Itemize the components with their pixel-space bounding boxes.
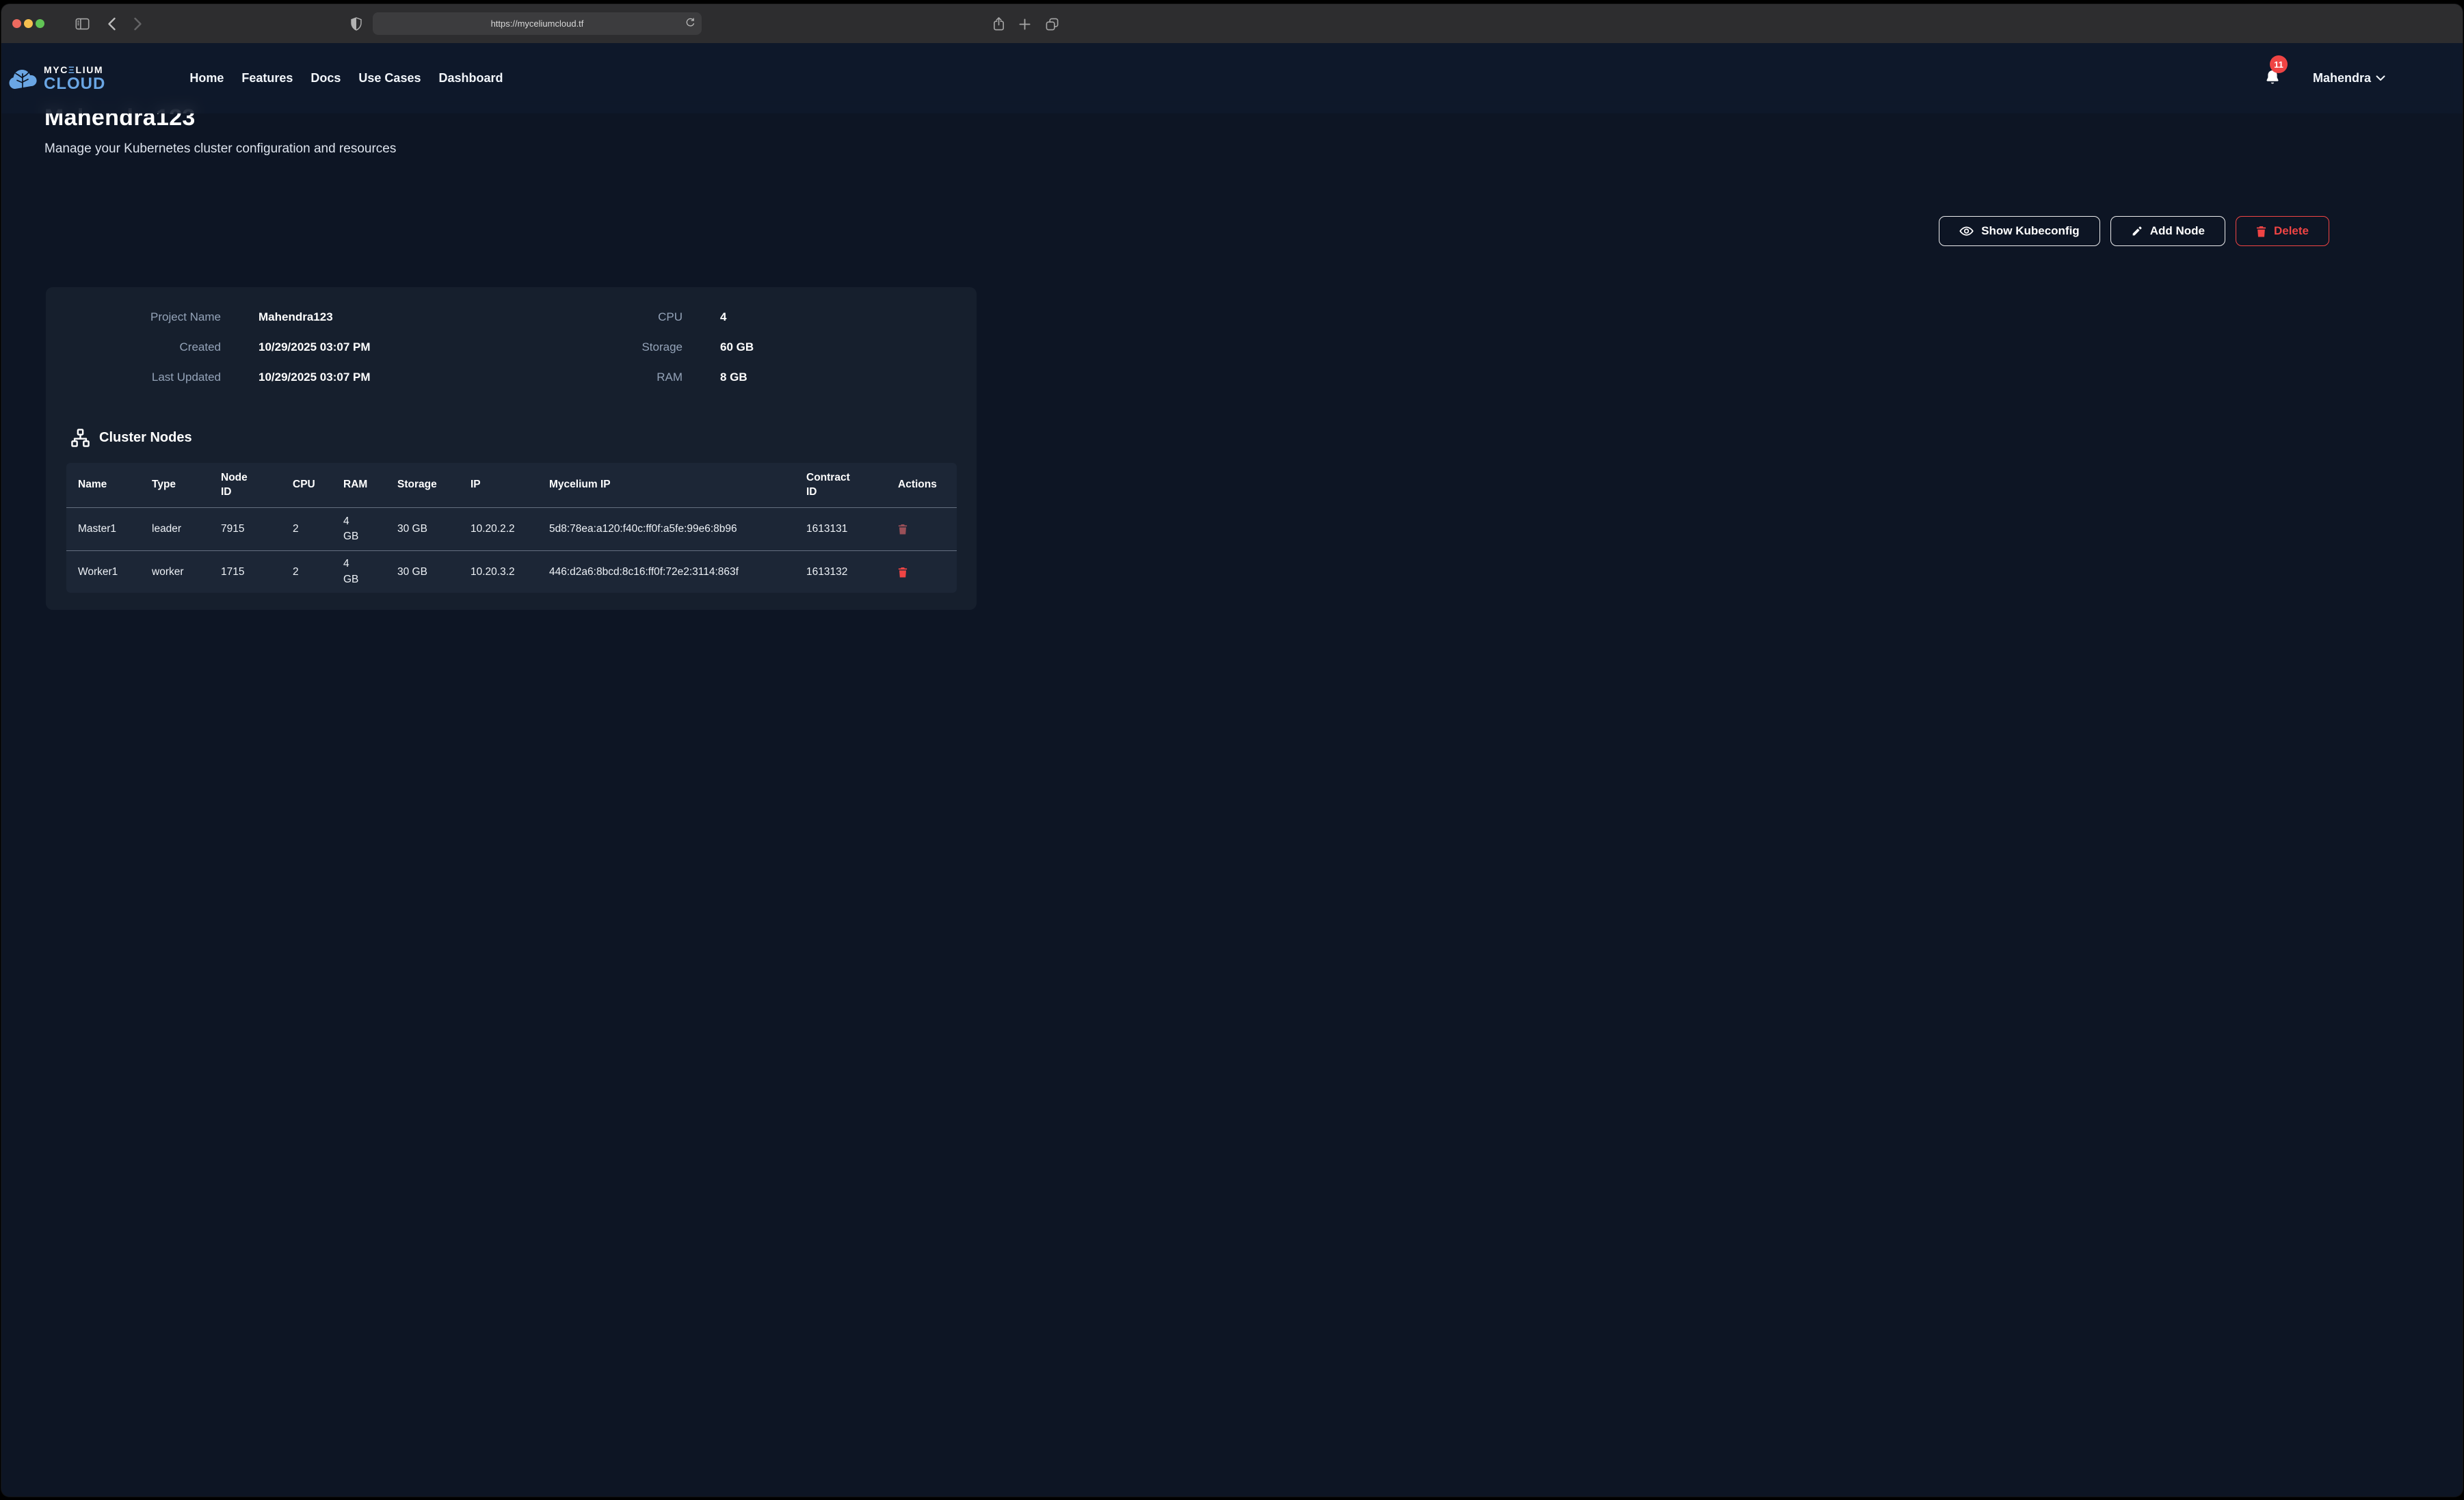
cell-ip: 10.20.3.2: [471, 551, 549, 593]
table-header-row: Name Type Node ID CPU RAM Storage IP Myc…: [66, 463, 957, 508]
delete-node-button[interactable]: [898, 567, 908, 578]
col-header-name: Name: [78, 463, 152, 507]
cell-node-id: 7915: [221, 508, 293, 550]
cell-storage: 30 GB: [397, 508, 471, 550]
info-label-created: Created: [46, 340, 221, 354]
browser-window: https://myceliumcloud.tf: [1, 4, 2463, 1497]
cluster-actions: Show Kubeconfig Add Node Delete: [1939, 216, 2329, 246]
trash-icon: [898, 524, 908, 535]
network-icon: [70, 428, 90, 448]
col-header-node-id: Node ID: [221, 463, 293, 507]
brand-text: MYCΞLIUM CLOUD: [44, 65, 105, 92]
cell-ip: 10.20.2.2: [471, 508, 549, 550]
info-value-last-updated: 10/29/2025 03:07 PM: [259, 371, 471, 384]
cloud-logo-icon: [8, 65, 40, 92]
minimize-window-button[interactable]: [24, 19, 33, 28]
brand-logo[interactable]: MYCΞLIUM CLOUD: [8, 65, 105, 92]
page-content: Mahendra123 Manage your Kubernetes clust…: [1, 43, 2463, 1497]
info-value-storage: 60 GB: [720, 340, 977, 354]
forward-icon[interactable]: [129, 16, 146, 32]
col-header-type: Type: [152, 463, 221, 507]
info-value-ram: 8 GB: [720, 371, 977, 384]
show-kubeconfig-button[interactable]: Show Kubeconfig: [1939, 216, 2100, 246]
url-text: https://myceliumcloud.tf: [491, 18, 584, 29]
header-right: 11 Mahendra: [2264, 43, 2463, 113]
tab-overview-icon[interactable]: [1044, 16, 1060, 32]
cell-contract-id: 1613131: [806, 508, 898, 550]
cell-node-id: 1715: [221, 551, 293, 593]
table-row: Worker1 worker 1715 2 4 GB 30 GB 10.20.3…: [66, 550, 957, 593]
user-menu[interactable]: Mahendra: [2313, 71, 2385, 85]
nav-item-home[interactable]: Home: [189, 71, 224, 85]
col-header-mycelium-ip: Mycelium IP: [549, 463, 806, 507]
zoom-window-button[interactable]: [36, 19, 44, 28]
cell-actions: [898, 551, 957, 593]
cell-mycelium-ip: 446:d2a6:8bcd:8c16:ff0f:72e2:3114:863f: [549, 551, 806, 593]
cluster-info-card: Project Name Mahendra123 CPU 4 Created 1…: [46, 287, 977, 610]
nav-item-dashboard[interactable]: Dashboard: [438, 71, 503, 85]
close-window-button[interactable]: [12, 19, 21, 28]
add-node-button[interactable]: Add Node: [2110, 216, 2225, 246]
cell-type: worker: [152, 551, 221, 593]
back-icon[interactable]: [103, 16, 120, 32]
reload-icon[interactable]: [685, 17, 696, 29]
cell-name: Master1: [78, 508, 152, 550]
col-header-contract-id: Contract ID: [806, 463, 898, 507]
nav-item-docs[interactable]: Docs: [310, 71, 341, 85]
delete-node-button[interactable]: [898, 524, 908, 535]
cell-cpu: 2: [293, 551, 343, 593]
col-header-storage: Storage: [397, 463, 471, 507]
notification-count-badge: 11: [2270, 55, 2288, 73]
cell-ram: 4 GB: [343, 508, 397, 550]
user-name: Mahendra: [2313, 71, 2371, 85]
info-label-project-name: Project Name: [46, 310, 221, 324]
cluster-info-grid: Project Name Mahendra123 CPU 4 Created 1…: [46, 287, 977, 384]
cell-actions: [898, 508, 957, 550]
delete-cluster-button[interactable]: Delete: [2236, 216, 2329, 246]
browser-toolbar: https://myceliumcloud.tf: [1, 4, 2463, 43]
info-label-last-updated: Last Updated: [46, 371, 221, 384]
share-icon[interactable]: [990, 16, 1007, 32]
nav-item-features[interactable]: Features: [241, 71, 293, 85]
cell-contract-id: 1613132: [806, 551, 898, 593]
cluster-nodes-heading: Cluster Nodes: [70, 428, 192, 448]
info-value-cpu: 4: [720, 310, 977, 324]
col-header-cpu: CPU: [293, 463, 343, 507]
info-value-project-name: Mahendra123: [259, 310, 471, 324]
address-bar[interactable]: https://myceliumcloud.tf: [373, 12, 702, 35]
col-header-actions: Actions: [898, 463, 957, 507]
cluster-nodes-title: Cluster Nodes: [99, 430, 192, 446]
trash-icon: [2256, 226, 2266, 237]
main-nav: Home Features Docs Use Cases Dashboard: [189, 71, 503, 85]
new-tab-icon[interactable]: [1016, 16, 1033, 32]
info-label-ram: RAM: [508, 371, 683, 384]
cell-ram: 4 GB: [343, 551, 397, 593]
trash-icon: [898, 567, 908, 578]
notifications-bell-icon[interactable]: 11: [2264, 69, 2281, 88]
info-label-storage: Storage: [508, 340, 683, 354]
site-header: MYCΞLIUM CLOUD Home Features Docs Use Ca…: [1, 43, 2463, 113]
pencil-icon: [2131, 226, 2143, 237]
chevron-down-icon: [2376, 75, 2385, 81]
col-header-ram: RAM: [343, 463, 397, 507]
cluster-nodes-table: Name Type Node ID CPU RAM Storage IP Myc…: [66, 463, 957, 593]
cell-mycelium-ip: 5d8:78ea:a120:f40c:ff0f:a5fe:99e6:8b96: [549, 508, 806, 550]
cell-type: leader: [152, 508, 221, 550]
cell-storage: 30 GB: [397, 551, 471, 593]
info-label-cpu: CPU: [508, 310, 683, 324]
nav-item-use-cases[interactable]: Use Cases: [358, 71, 421, 85]
cell-name: Worker1: [78, 551, 152, 593]
sidebar-toggle-icon[interactable]: [74, 16, 90, 32]
eye-icon: [1959, 226, 1974, 237]
table-row: Master1 leader 7915 2 4 GB 30 GB 10.20.2…: [66, 508, 957, 550]
info-value-created: 10/29/2025 03:07 PM: [259, 340, 471, 354]
col-header-ip: IP: [471, 463, 549, 507]
cell-cpu: 2: [293, 508, 343, 550]
privacy-shield-icon[interactable]: [348, 16, 365, 32]
page-subtitle: Manage your Kubernetes cluster configura…: [44, 142, 396, 157]
